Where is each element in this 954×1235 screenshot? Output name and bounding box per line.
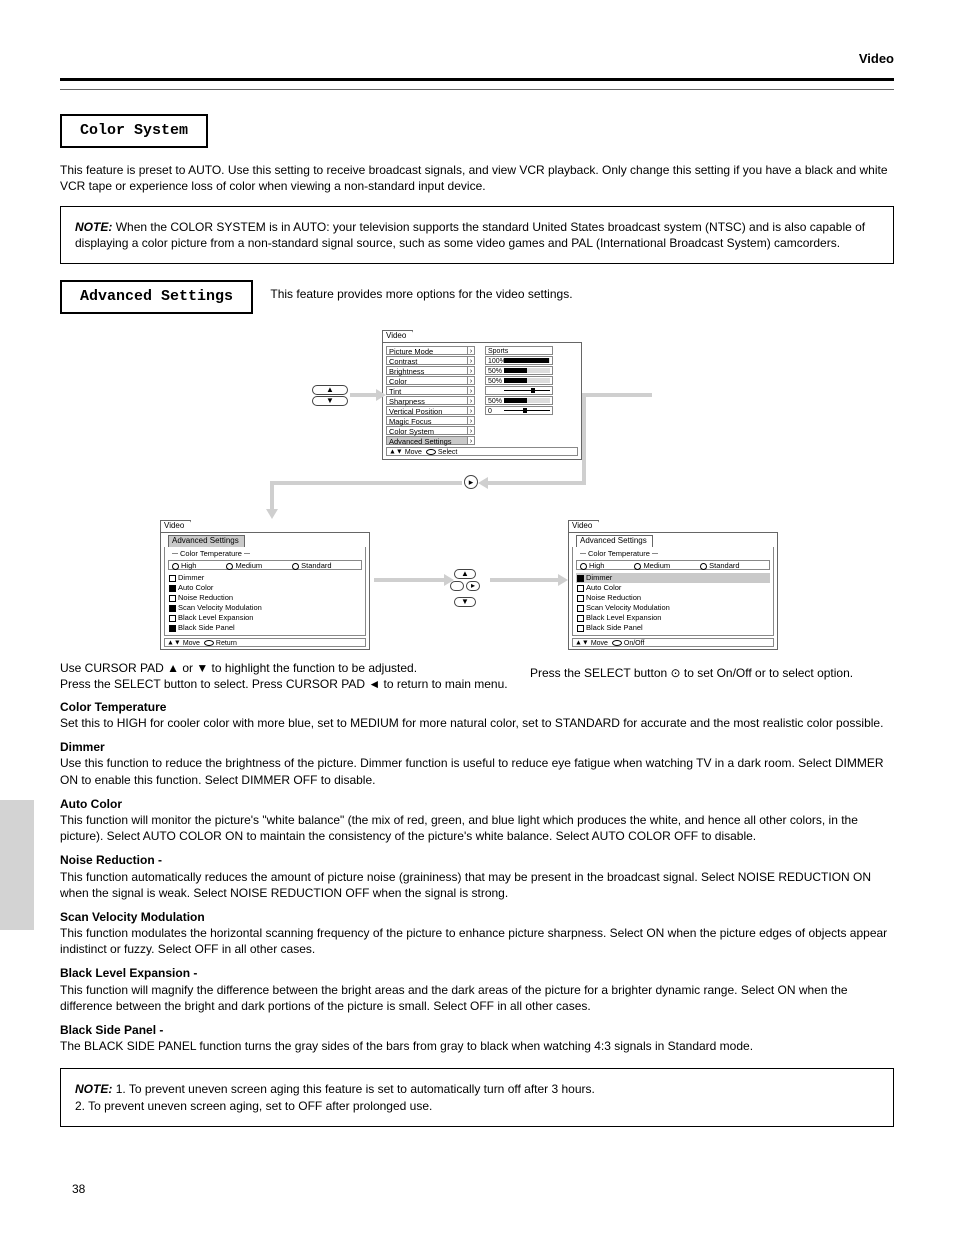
note-label-2: NOTE:: [75, 1082, 112, 1096]
group-color-temp-right: Color Temperature: [576, 549, 770, 559]
osd-menu-item[interactable]: Contrast›100%: [386, 356, 578, 365]
osd-tab-video: Video: [382, 330, 413, 342]
osd-check-item[interactable]: Scan Velocity Modulation: [168, 603, 362, 613]
osd-check-item[interactable]: Noise Reduction: [168, 593, 362, 603]
osd-menu-item[interactable]: Picture Mode›Sports: [386, 346, 578, 355]
osd-menu-item[interactable]: Vertical Position›0: [386, 406, 578, 415]
body-bsp: The BLACK SIDE PANEL function turns the …: [60, 1038, 894, 1054]
advanced-intro: This feature provides more options for t…: [270, 286, 572, 302]
radio-row-right[interactable]: High Medium Standard: [576, 560, 770, 570]
flow-diagram: Video Picture Mode›SportsContrast›100%Br…: [60, 330, 894, 670]
group-color-temp-left: Color Temperature: [168, 549, 362, 559]
note-box-2: NOTE: 1. To prevent uneven screen aging …: [60, 1068, 894, 1126]
heading-advanced-settings: Advanced Settings: [60, 280, 253, 314]
note-text: When the COLOR SYSTEM is in AUTO: your t…: [75, 220, 865, 250]
body-ble: This function will magnify the differenc…: [60, 982, 894, 1014]
osd-footer-right: ▲▼ Move On/Off: [572, 638, 774, 647]
rule-thin: [60, 89, 894, 90]
cursor-up-icon-2: ▲: [454, 569, 476, 579]
page-number: 38: [72, 1181, 85, 1197]
color-system-para: This feature is preset to AUTO. Use this…: [60, 162, 894, 194]
term-bsp: Black Side Panel -: [60, 1023, 163, 1037]
term-noise-reduction: Noise Reduction -: [60, 853, 162, 867]
osd-check-item[interactable]: Black Side Panel: [168, 623, 362, 633]
osd-check-item[interactable]: Black Level Expansion: [576, 613, 770, 623]
osd-subtab-left: Advanced Settings: [168, 535, 245, 547]
note-label: NOTE:: [75, 220, 112, 234]
osd-menu-main: Video Picture Mode›SportsContrast›100%Br…: [382, 330, 582, 460]
descriptions: Color Temperature Set this to HIGH for c…: [60, 699, 894, 1055]
osd-menu-item[interactable]: Brightness›50%: [386, 366, 578, 375]
cursor-pad-4way[interactable]: ▲ ▸ ▼: [450, 564, 480, 608]
body-color-temp: Set this to HIGH for cooler color with m…: [60, 715, 894, 731]
osd-tab-video-left: Video: [160, 520, 191, 532]
osd-footer-left: ▲▼ Move Return: [164, 638, 366, 647]
cursor-right-button[interactable]: ▸: [464, 475, 478, 489]
osd-subtab-right: Advanced Settings: [576, 535, 653, 547]
body-auto-color: This function will monitor the picture's…: [60, 812, 894, 844]
osd-menu-item[interactable]: Color›50%: [386, 376, 578, 385]
osd-check-item[interactable]: Auto Color: [168, 583, 362, 593]
term-ble: Black Level Expansion -: [60, 966, 197, 980]
cursor-right-icon-2: ▸: [466, 581, 480, 591]
note-text-2: 1. To prevent uneven screen aging this f…: [75, 1082, 595, 1112]
osd-check-item[interactable]: Auto Color: [576, 583, 770, 593]
osd-menu-item[interactable]: Magic Focus›: [386, 416, 578, 425]
osd-check-item[interactable]: Dimmer: [576, 573, 770, 583]
body-noise-reduction: This function automatically reduces the …: [60, 869, 894, 901]
heading-color-system: Color System: [60, 114, 208, 148]
osd-tab-video-right: Video: [568, 520, 599, 532]
body-svm: This function modulates the horizontal s…: [60, 925, 894, 957]
osd-menu-advanced-right: Video Advanced Settings Color Temperatur…: [568, 520, 778, 650]
term-color-temp: Color Temperature: [60, 700, 166, 714]
cursor-up-icon: ▲: [312, 385, 348, 395]
osd-menu-item[interactable]: Sharpness›50%: [386, 396, 578, 405]
osd-footer-main: ▲▼ Move Select: [386, 447, 578, 456]
osd-menu-item[interactable]: Color System›: [386, 426, 578, 435]
osd-check-item[interactable]: Noise Reduction: [576, 593, 770, 603]
osd-check-item[interactable]: Black Level Expansion: [168, 613, 362, 623]
term-dimmer: Dimmer: [60, 740, 105, 754]
osd-check-item[interactable]: Black Side Panel: [576, 623, 770, 633]
osd-check-item[interactable]: Scan Velocity Modulation: [576, 603, 770, 613]
radio-row-left[interactable]: High Medium Standard: [168, 560, 362, 570]
osd-check-item[interactable]: Dimmer: [168, 573, 362, 583]
section-header: Video: [60, 50, 894, 68]
cursor-down-icon: ▼: [312, 396, 348, 406]
term-auto-color: Auto Color: [60, 797, 122, 811]
body-dimmer: Use this function to reduce the brightne…: [60, 755, 894, 787]
term-svm: Scan Velocity Modulation: [60, 910, 205, 924]
osd-menu-item[interactable]: Tint›: [386, 386, 578, 395]
document-page: Video Color System This feature is prese…: [0, 0, 954, 1183]
cursor-up-down-button[interactable]: ▲ ▼: [312, 384, 348, 407]
note-box-1: NOTE: When the COLOR SYSTEM is in AUTO: …: [60, 206, 894, 264]
rule-thick: [60, 78, 894, 81]
cursor-down-icon-2: ▼: [454, 597, 476, 607]
osd-menu-advanced-left: Video Advanced Settings Color Temperatur…: [160, 520, 370, 650]
osd-menu-item[interactable]: Advanced Settings›: [386, 436, 578, 445]
